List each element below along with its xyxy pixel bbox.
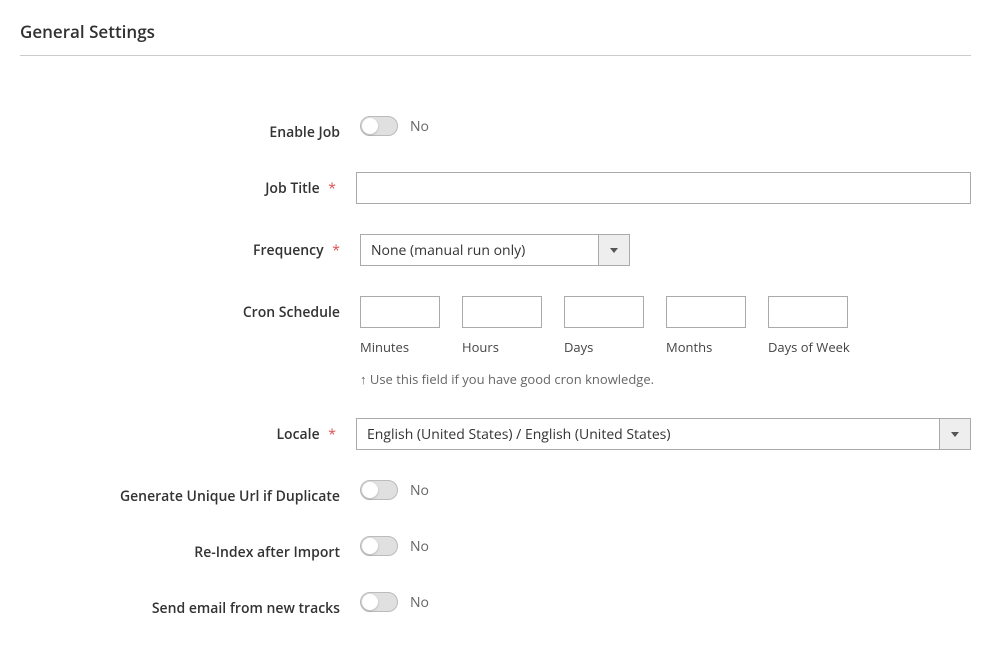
section-title: General Settings	[20, 20, 971, 56]
input-cron-minutes[interactable]	[360, 296, 440, 328]
label-text-locale: Locale	[276, 425, 319, 444]
sublabel-hours: Hours	[462, 338, 542, 356]
label-reindex: Re-Index after Import	[20, 536, 360, 562]
label-send-email: Send email from new tracks	[20, 592, 360, 618]
toggle-value-generate-unique-url: No	[410, 481, 429, 500]
input-cron-hours[interactable]	[462, 296, 542, 328]
field-cron-schedule: Cron Schedule Minutes Hours Days Months …	[20, 296, 971, 388]
label-generate-unique-url: Generate Unique Url if Duplicate	[20, 480, 360, 506]
toggle-generate-unique-url[interactable]	[360, 480, 398, 500]
hint-cron: ↑ Use this field if you have good cron k…	[360, 370, 971, 388]
chevron-down-icon[interactable]	[939, 418, 971, 450]
label-frequency: Frequency *	[20, 234, 360, 260]
label-locale: Locale *	[20, 418, 356, 444]
field-generate-unique-url: Generate Unique Url if Duplicate No	[20, 480, 971, 506]
select-frequency[interactable]: None (manual run only)	[360, 234, 630, 266]
toggle-enable-job[interactable]	[360, 116, 398, 136]
label-enable-job: Enable Job	[20, 116, 360, 142]
label-job-title: Job Title *	[20, 172, 356, 198]
toggle-value-reindex: No	[410, 537, 429, 556]
toggle-reindex[interactable]	[360, 536, 398, 556]
required-mark: *	[328, 425, 336, 444]
label-cron-schedule: Cron Schedule	[20, 296, 360, 322]
required-mark: *	[332, 241, 340, 260]
select-locale[interactable]: English (United States) / English (Unite…	[356, 418, 971, 450]
label-text-job-title: Job Title	[265, 179, 319, 198]
input-job-title[interactable]	[356, 172, 971, 204]
chevron-down-icon[interactable]	[598, 234, 630, 266]
toggle-value-send-email: No	[410, 593, 429, 612]
field-enable-job: Enable Job No	[20, 116, 971, 142]
sublabel-months: Months	[666, 338, 746, 356]
sublabel-days: Days	[564, 338, 644, 356]
field-locale: Locale * English (United States) / Engli…	[20, 418, 971, 450]
field-frequency: Frequency * None (manual run only)	[20, 234, 971, 266]
input-cron-daysofweek[interactable]	[768, 296, 848, 328]
sublabel-daysofweek: Days of Week	[768, 338, 850, 356]
field-job-title: Job Title *	[20, 172, 971, 204]
label-text-frequency: Frequency	[253, 241, 324, 260]
select-value-frequency: None (manual run only)	[360, 234, 598, 266]
input-cron-days[interactable]	[564, 296, 644, 328]
toggle-value-enable-job: No	[410, 117, 429, 136]
sublabel-minutes: Minutes	[360, 338, 440, 356]
required-mark: *	[328, 179, 336, 198]
select-value-locale: English (United States) / English (Unite…	[356, 418, 939, 450]
input-cron-months[interactable]	[666, 296, 746, 328]
toggle-send-email[interactable]	[360, 592, 398, 612]
field-reindex: Re-Index after Import No	[20, 536, 971, 562]
field-send-email: Send email from new tracks No	[20, 592, 971, 618]
